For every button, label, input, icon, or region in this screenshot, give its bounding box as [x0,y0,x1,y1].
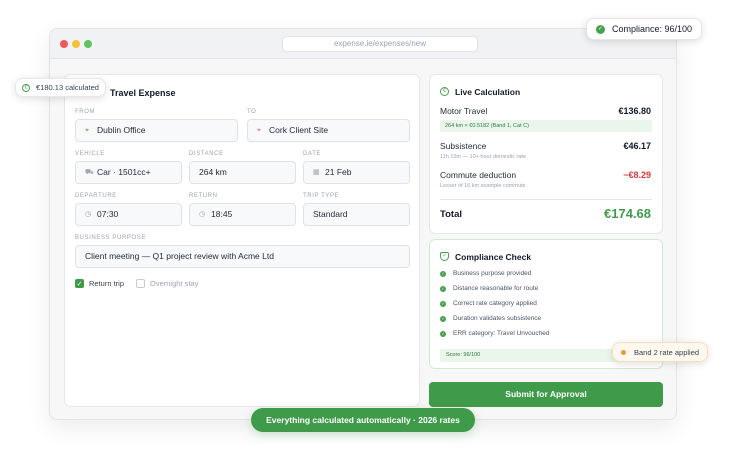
return-label: RETURN [189,193,218,199]
check-circle-icon: ✓ [596,24,605,34]
motor-detail: 264 km × €0.5182 (Band 1, Cat C) [440,120,652,132]
address-bar[interactable]: expense.ie/expenses/new [282,36,478,52]
car-icon: ⛟ [85,169,94,176]
checkbox-empty [136,279,145,288]
check-label: ERR category: Travel Unvouched [453,330,550,337]
departure-value: 07:30 [97,209,119,219]
motor-value: €136.80 [618,106,651,116]
shield-icon: ✓ [440,252,449,261]
check-circle-icon: ✓ [440,330,446,337]
vehicle-label: VEHICLE [75,151,105,157]
live-calculation-card: € Live Calculation Motor Travel €136.80 … [429,74,663,234]
distance-field[interactable]: 264 km [189,161,296,184]
date-field[interactable]: ▦ 21 Feb [303,161,410,184]
check-item: ✓ Business purpose provided [440,270,531,277]
check-label: Duration validates subsistence [453,315,542,322]
total-label: Total [440,209,462,220]
commute-detail: Lesser of 16 km example commute [440,183,526,189]
minimize-window-button[interactable] [72,40,80,48]
vehicle-select[interactable]: ⛟ Car · 1501cc+ [75,161,182,184]
calc-title: Live Calculation [455,87,521,97]
divider [440,199,652,200]
calculated-chip: € €180.13 calculated [15,78,106,97]
to-field[interactable]: ⌖ Cork Client Site [247,119,410,142]
form-title: Travel Expense [110,88,176,98]
check-label: Distance reasonable for route [453,285,539,292]
checkmark-icon: ✓ [75,279,84,288]
close-window-button[interactable] [60,40,68,48]
compliance-chip: ✓ Compliance: 96/100 [586,18,703,40]
auto-calculated-banner: Everything calculated automatically · 20… [251,408,475,432]
status-dot-icon [621,349,626,355]
purpose-field[interactable]: Client meeting — Q1 project review with … [75,245,410,268]
return-value: 18:45 [211,209,233,219]
calculated-chip-label: €180.13 calculated [36,83,99,92]
from-value: Dublin Office [97,125,146,135]
departure-field[interactable]: ◷ 07:30 [75,203,182,226]
clock-icon: ◷ [85,211,92,218]
trip-type-label: TRIP TYPE [303,193,340,199]
check-circle-icon: ✓ [440,270,446,277]
check-circle-icon: ✓ [440,315,446,322]
euro-circle-icon: € [22,83,30,92]
distance-label: DISTANCE [189,151,224,157]
browser-window: expense.ie/expenses/new Travel Expense F… [49,28,677,420]
map-pin-icon: ⌖ [85,127,89,134]
commute-label: Commute deduction [440,170,517,180]
to-label: TO [247,109,257,115]
return-trip-checkbox[interactable]: ✓ Return trip [75,279,124,288]
subsistence-detail: 11h 15m — 10+ hour domestic rate [440,154,526,160]
check-circle-icon: ✓ [440,285,446,292]
check-circle-icon: ✓ [440,300,446,307]
from-field[interactable]: ⌖ Dublin Office [75,119,238,142]
date-label: DATE [303,151,321,157]
departure-label: DEPARTURE [75,193,117,199]
check-item: ✓ Distance reasonable for route [440,285,538,292]
overnight-label: Overnight stay [150,279,199,288]
date-value: 21 Feb [325,167,352,177]
trip-type-select[interactable]: Standard [303,203,410,226]
euro-circle-icon: € [440,87,449,96]
compliance-chip-label: Compliance: 96/100 [612,24,693,34]
check-item: ✓ Correct rate category applied [440,300,537,307]
check-item: ✓ Duration validates subsistence [440,315,541,322]
commute-value: −€8.29 [623,170,651,180]
check-label: Business purpose provided [453,270,532,277]
band-rate-chip-label: Band 2 rate applied [634,347,700,357]
return-trip-label: Return trip [89,279,125,288]
motor-label: Motor Travel [440,106,488,116]
from-label: FROM [75,109,96,115]
band-rate-chip: Band 2 rate applied [612,342,709,362]
return-field[interactable]: ◷ 18:45 [189,203,296,226]
calendar-icon: ▦ [313,169,320,176]
check-item: ✓ ERR category: Travel Unvouched [440,330,549,337]
submit-for-approval-button[interactable]: Submit for Approval [429,382,663,407]
total-value: €174.68 [604,206,651,221]
subsistence-label: Subsistence [440,141,487,151]
purpose-label: BUSINESS PURPOSE [75,235,146,241]
to-value: Cork Client Site [269,125,329,135]
map-pin-icon: ⌖ [257,127,261,134]
overnight-checkbox[interactable]: Overnight stay [136,279,198,288]
vehicle-value: Car · 1501cc+ [97,167,151,177]
subsistence-value: €46.17 [623,141,651,151]
browser-titlebar: expense.ie/expenses/new [50,29,676,59]
clock-icon: ◷ [199,211,206,218]
check-label: Correct rate category applied [453,300,537,307]
travel-expense-form: Travel Expense FROM ⌖ Dublin Office TO ⌖ C… [64,74,420,407]
compliance-title: Compliance Check [455,252,532,262]
maximize-window-button[interactable] [84,40,92,48]
